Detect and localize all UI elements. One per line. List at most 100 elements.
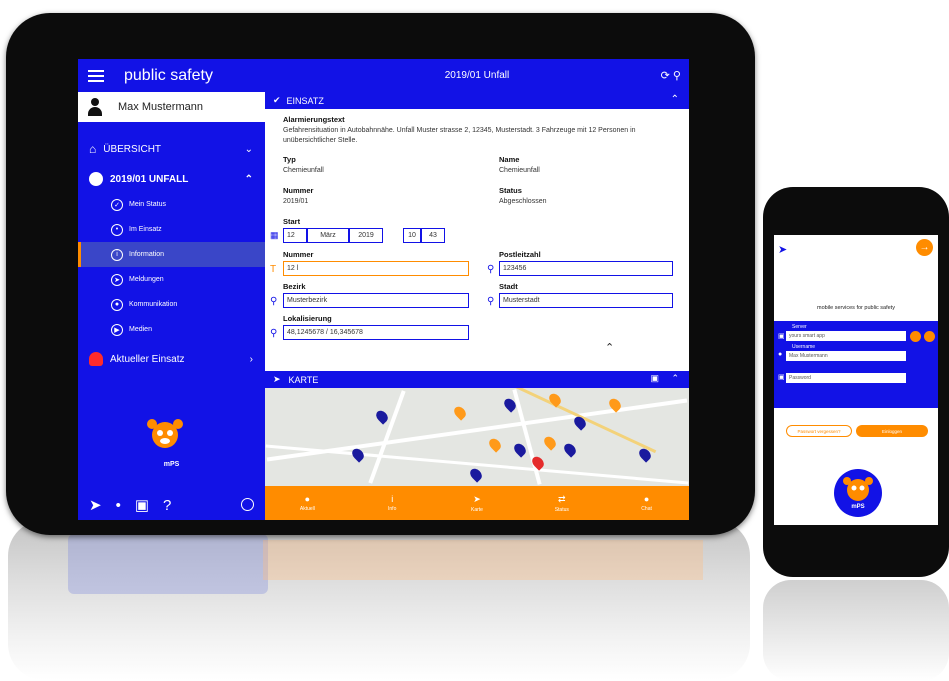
add-server-icon[interactable]: [910, 331, 921, 342]
phone-logo-text: mPS: [851, 504, 865, 510]
top-bar: 2019/01 Unfall ⟳ ⚲: [265, 59, 689, 92]
sidebar-item-overview[interactable]: ⌂ ÜBERSICHT ⌄: [78, 136, 265, 162]
power-icon[interactable]: [241, 498, 254, 511]
map-marker[interactable]: [541, 434, 559, 451]
user-row[interactable]: Max Mustermann: [78, 92, 265, 122]
forgot-password-button[interactable]: Passwort vergessen?: [786, 425, 852, 437]
status-value: Abgeschlossen: [499, 198, 547, 205]
sidebar-subitem-status[interactable]: ✓ Mein Status: [78, 192, 265, 217]
reflection-sidebar: [68, 534, 268, 594]
location-icon[interactable]: •: [116, 497, 121, 514]
app-title: public safety: [124, 66, 213, 84]
chevron-right-icon: ›: [249, 353, 253, 365]
section-header-karte[interactable]: ➤ KARTE ▣ ⌃: [265, 371, 689, 388]
sidebar-logo-text: mPS: [163, 461, 180, 468]
map-marker[interactable]: [451, 404, 469, 421]
alert-label: Alarmierungstext: [283, 115, 345, 124]
menu-icon[interactable]: [88, 69, 104, 82]
start-day-field[interactable]: 12: [283, 228, 307, 243]
section-title: EINSATZ: [286, 95, 324, 106]
sidebar-item-label: 2019/01 UNFALL: [110, 173, 189, 185]
chat-icon: ●: [643, 494, 650, 504]
phone-logo: mPS: [834, 469, 882, 517]
user-icon: ●: [778, 351, 783, 358]
lokal-label: Lokalisierung: [283, 314, 332, 323]
sidebar-subitem-kommunikation[interactable]: ● Kommunikation: [78, 292, 265, 317]
subitem-label: Mein Status: [129, 201, 166, 208]
pulse-icon[interactable]: ▣: [135, 496, 149, 514]
typ-value: Chemieunfall: [283, 167, 324, 174]
start-year-field[interactable]: 2019: [349, 228, 383, 243]
map-view[interactable]: [265, 388, 689, 486]
refresh-search-icons[interactable]: ⟳ ⚲: [661, 69, 681, 82]
sidebar-subitem-information[interactable]: i Information: [78, 242, 265, 267]
sidebar-subitem-meldungen[interactable]: ➤ Meldungen: [78, 267, 265, 292]
tab-status[interactable]: ⇄ Status: [519, 486, 604, 520]
radio-icon: ●: [111, 298, 123, 311]
name-value: Chemieunfall: [499, 167, 540, 174]
map-marker[interactable]: [467, 466, 485, 483]
login-panel: Server ▣ yours smart app Username ● Max …: [774, 321, 938, 408]
lock-icon: ▣: [778, 374, 785, 381]
calendar-icon[interactable]: ▦: [270, 230, 279, 241]
start-minute-field[interactable]: 43: [421, 228, 445, 243]
username-field[interactable]: Max Mustermann: [786, 351, 906, 361]
map-marker[interactable]: [511, 441, 529, 458]
tablet-reflection: [8, 520, 750, 680]
map-marker[interactable]: [561, 441, 579, 458]
plz-label: Postleitzahl: [499, 250, 541, 259]
compass-icon[interactable]: ➤: [89, 496, 102, 514]
subitem-label: Medien: [129, 326, 152, 333]
edit-server-icon[interactable]: [924, 331, 935, 342]
home-icon: ⌂: [89, 142, 97, 156]
typ-label: Typ: [283, 155, 296, 164]
tab-label: Chat: [641, 506, 652, 512]
bell-icon: ●: [304, 494, 311, 504]
chevron-down-icon: ⌄: [244, 143, 253, 155]
nummer2-field[interactable]: 12 l: [283, 261, 469, 276]
map-marker[interactable]: [486, 436, 504, 453]
sidebar-subitem-medien[interactable]: ▶ Medien: [78, 317, 265, 342]
sidebar-item-incident[interactable]: 2019/01 UNFALL ⌃: [78, 166, 265, 192]
name-label: Name: [499, 155, 520, 164]
start-hour-field[interactable]: 10: [403, 228, 421, 243]
sidebar-item-current[interactable]: Aktueller Einsatz ›: [78, 346, 265, 372]
tab-label: Info: [388, 506, 397, 512]
sidebar-toolbar: ➤ • ▣ ?: [78, 490, 265, 520]
chevron-up-icon[interactable]: ⌃: [671, 373, 679, 384]
chevron-up-icon[interactable]: ⌃: [671, 94, 679, 105]
main-panel: 2019/01 Unfall ⟳ ⚲ ✔ EINSATZ ⌃ Alarmieru…: [265, 59, 689, 520]
car-icon[interactable]: ▣: [650, 373, 659, 384]
password-field[interactable]: Password: [786, 373, 906, 383]
stadt-field[interactable]: Musterstadt: [499, 293, 673, 308]
team-icon: •: [111, 223, 123, 236]
phone-frame: ➤ → mobile services for public safety Se…: [763, 187, 949, 577]
status-label: Status: [499, 186, 522, 195]
user-name: Max Mustermann: [118, 101, 203, 113]
plz-field[interactable]: 123456: [499, 261, 673, 276]
tab-label: Status: [554, 506, 569, 513]
tab-aktuell[interactable]: ● Aktuell: [265, 486, 350, 520]
tab-karte[interactable]: ➤ Karte: [435, 486, 520, 520]
start-month-field[interactable]: März: [307, 228, 349, 243]
nummer-value: 2019/01: [283, 198, 309, 205]
tab-label: Karte: [471, 506, 483, 513]
sidebar-subitem-im-einsatz[interactable]: • Im Einsatz: [78, 217, 265, 242]
nummer-label: Nummer: [283, 186, 314, 195]
info-icon: i: [111, 248, 123, 261]
map-title: KARTE: [288, 374, 319, 385]
server-field[interactable]: yours smart app: [786, 331, 906, 341]
tab-chat[interactable]: ● Chat: [604, 486, 689, 520]
chevron-up-icon[interactable]: ⌃: [605, 341, 614, 354]
lokal-field[interactable]: 48,1245678 / 16,345678: [283, 325, 469, 340]
tab-info[interactable]: i Info: [350, 486, 435, 520]
bezirk-field[interactable]: Musterbezirk: [283, 293, 469, 308]
sidebar-item-label: Aktueller Einsatz: [110, 353, 185, 365]
section-header-einsatz[interactable]: ✔ EINSATZ ⌃: [265, 92, 689, 109]
login-button[interactable]: Einloggen: [856, 425, 928, 437]
alert-text: Gefahrensituation in Autobahnnähe. Unfal…: [283, 127, 636, 144]
login-icon[interactable]: →: [916, 239, 933, 256]
bezirk-label: Bezirk: [283, 282, 306, 291]
map-marker[interactable]: [373, 408, 391, 425]
help-icon[interactable]: ?: [163, 497, 171, 514]
